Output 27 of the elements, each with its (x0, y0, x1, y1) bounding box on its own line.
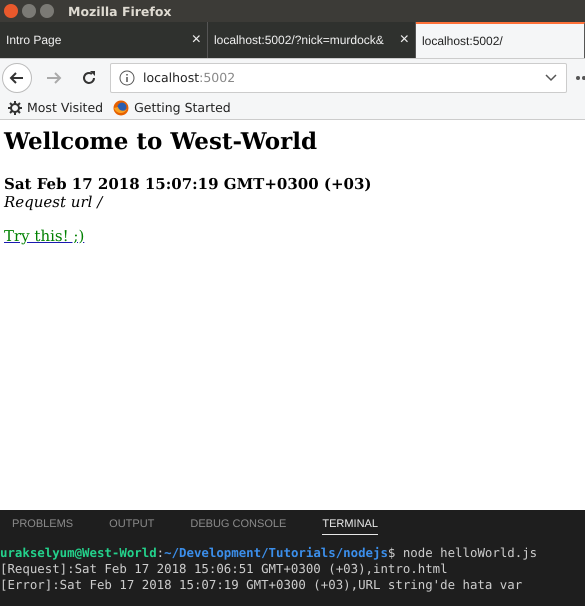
browser-tab[interactable]: localhost:5002/ (416, 22, 585, 58)
window-title: Mozilla Firefox (68, 4, 172, 18)
try-link[interactable]: Try this! ;) (4, 227, 84, 245)
terminal-prompt: urakselyum@West-World:~/Development/Tutorials/nodejs$ node helloWorld.js (0, 545, 538, 561)
date-text: Sat Feb 17 2018 15:07:19 GMT+0300 (+03) (4, 175, 373, 193)
page-heading: Wellcome to West-World (4, 128, 318, 155)
reload-icon[interactable] (80, 68, 98, 86)
gear-icon (8, 100, 22, 114)
more-icon[interactable] (575, 74, 585, 80)
dropdown-icon[interactable] (544, 72, 558, 82)
address-field[interactable]: localhost:5002 (110, 62, 567, 92)
panel-tab[interactable]: PROBLEMS (12, 518, 74, 535)
browser-logo-icon (113, 100, 130, 116)
close-window-button[interactable] (4, 4, 18, 18)
browser-tab[interactable]: Intro Page × (0, 22, 208, 58)
panel-tab[interactable]: TERMINAL (322, 518, 378, 535)
terminal-output: [Request]:Sat Feb 17 2018 15:06:51 GMT+0300 (+03),intro.html (0, 561, 449, 577)
bookmark-item[interactable]: Getting Started (113, 100, 231, 116)
minimize-button[interactable] (22, 4, 36, 18)
terminal-output: [Error]:Sat Feb 17 2018 15:07:19 GMT+0300 (+03),URL string'de hata var (0, 577, 524, 593)
bookmark-item[interactable]: Most Visited (8, 100, 104, 115)
panel-tab[interactable]: DEBUG CONSOLE (190, 518, 286, 535)
maximize-button[interactable] (40, 4, 54, 18)
panel-tab[interactable]: OUTPUT (109, 518, 154, 535)
request-text: Request url / (4, 193, 104, 211)
back-button[interactable] (2, 62, 32, 92)
info-icon (119, 70, 135, 86)
